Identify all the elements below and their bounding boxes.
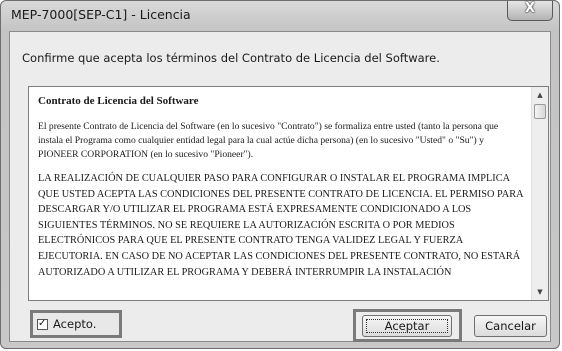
close-icon: X [524,1,536,16]
accept-checkbox[interactable]: ✓ [37,318,48,330]
license-paragraph-2: LA REALIZACIÓN DE CUALQUIER PASO PARA CO… [38,173,523,278]
accept-button[interactable]: Aceptar [362,315,452,337]
scroll-down-arrow-icon[interactable]: ▼ [532,284,548,300]
license-paragraph-1: El presente Contrato de Licencia del Sof… [38,121,499,160]
license-title: Contrato de Licencia del Software [38,95,199,107]
close-button[interactable]: X [507,1,553,21]
title-bar[interactable]: MEP-7000[SEP-C1] - Licencia X [1,1,559,31]
license-content: Contrato de Licencia del Software El pre… [38,94,524,280]
checkmark-icon: ✓ [38,318,47,329]
cancel-button-label: Cancelar [485,319,536,333]
window-title: MEP-7000[SEP-C1] - Licencia [11,7,191,22]
accept-button-label: Aceptar [384,319,430,333]
cancel-button[interactable]: Cancelar [474,315,547,337]
license-text-area[interactable]: Contrato de Licencia del Software El pre… [28,86,549,301]
confirmation-prompt: Confirme que acepta los términos del Con… [22,51,440,65]
accept-checkbox-label[interactable]: Acepto. [53,317,96,331]
license-dialog-window: MEP-7000[SEP-C1] - Licencia X Confirme q… [0,0,560,349]
vertical-scrollbar[interactable]: ▲ ▼ [531,87,548,300]
dialog-body: Confirme que acepta los términos del Con… [9,31,551,342]
scroll-up-arrow-icon[interactable]: ▲ [532,87,548,103]
accept-checkbox-group[interactable]: ✓ Acepto. [30,310,122,338]
scrollbar-thumb[interactable] [534,104,546,119]
